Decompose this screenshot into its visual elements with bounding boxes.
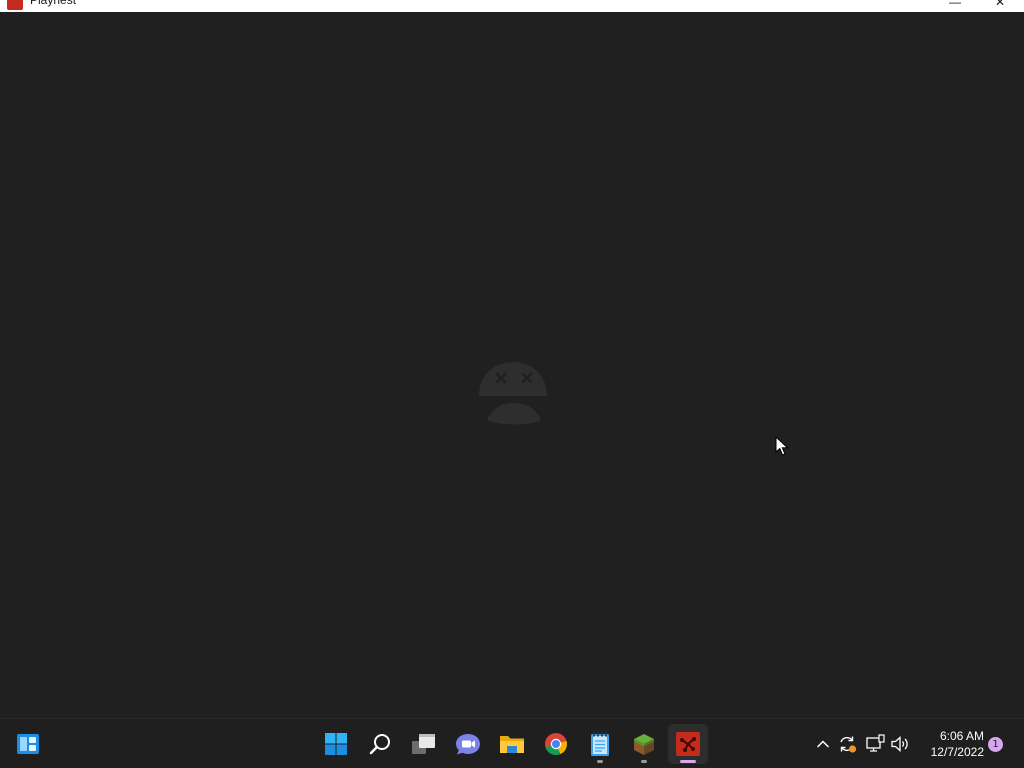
- taskbar: 6:06 AM 12/7/2022 1: [0, 718, 1024, 768]
- video-chat-icon: [456, 734, 480, 755]
- sync-tray-button[interactable]: [837, 734, 857, 754]
- app-icon: [7, 0, 23, 10]
- sync-icon: [840, 736, 857, 753]
- network-tray-button[interactable]: [865, 734, 885, 754]
- widgets-button[interactable]: [8, 724, 48, 764]
- app-title-bar[interactable]: Playnest — ✕: [0, 0, 1024, 12]
- windows-logo-icon: [325, 733, 347, 755]
- notepad-button[interactable]: [580, 724, 620, 764]
- clock-time: 6:06 AM: [939, 729, 984, 743]
- notepad-icon: [591, 731, 609, 756]
- desktop-screen: Playnest — ✕ 6:06 AM 12/7/2022 1: [0, 0, 1024, 768]
- app-title: Playnest: [30, 0, 77, 7]
- start-button[interactable]: [316, 724, 356, 764]
- task-view-icon: [412, 734, 435, 754]
- search-button[interactable]: [360, 724, 400, 764]
- taskbar-clock[interactable]: 6:06 AM 12/7/2022: [916, 728, 984, 760]
- chrome-icon: [545, 733, 567, 755]
- chevron-up-icon: [816, 740, 830, 748]
- clock-date: 12/7/2022: [930, 745, 984, 759]
- notification-center-badge[interactable]: 1: [988, 737, 1003, 752]
- mouse-cursor-icon: [775, 436, 789, 456]
- chrome-button[interactable]: [536, 724, 576, 764]
- running-indicator: [680, 760, 696, 763]
- network-icon: [866, 734, 885, 752]
- running-indicator: [597, 760, 603, 763]
- grass-block-icon: [634, 734, 654, 755]
- close-button[interactable]: ✕: [980, 0, 1020, 10]
- volume-icon: [891, 736, 908, 752]
- playnest-button[interactable]: [668, 724, 708, 764]
- volume-tray-button[interactable]: [890, 734, 910, 754]
- sad-face-icon: [479, 362, 547, 425]
- minimize-button[interactable]: —: [935, 0, 975, 10]
- teams-chat-button[interactable]: [448, 724, 488, 764]
- widgets-icon: [17, 734, 39, 754]
- search-icon: [369, 734, 390, 755]
- file-explorer-button[interactable]: [492, 724, 532, 764]
- folder-icon: [500, 736, 524, 753]
- playnest-icon: [676, 732, 700, 756]
- minecraft-button[interactable]: [624, 724, 664, 764]
- running-indicator: [641, 760, 647, 763]
- task-view-button[interactable]: [404, 724, 444, 764]
- show-hidden-icons-button[interactable]: [813, 734, 833, 754]
